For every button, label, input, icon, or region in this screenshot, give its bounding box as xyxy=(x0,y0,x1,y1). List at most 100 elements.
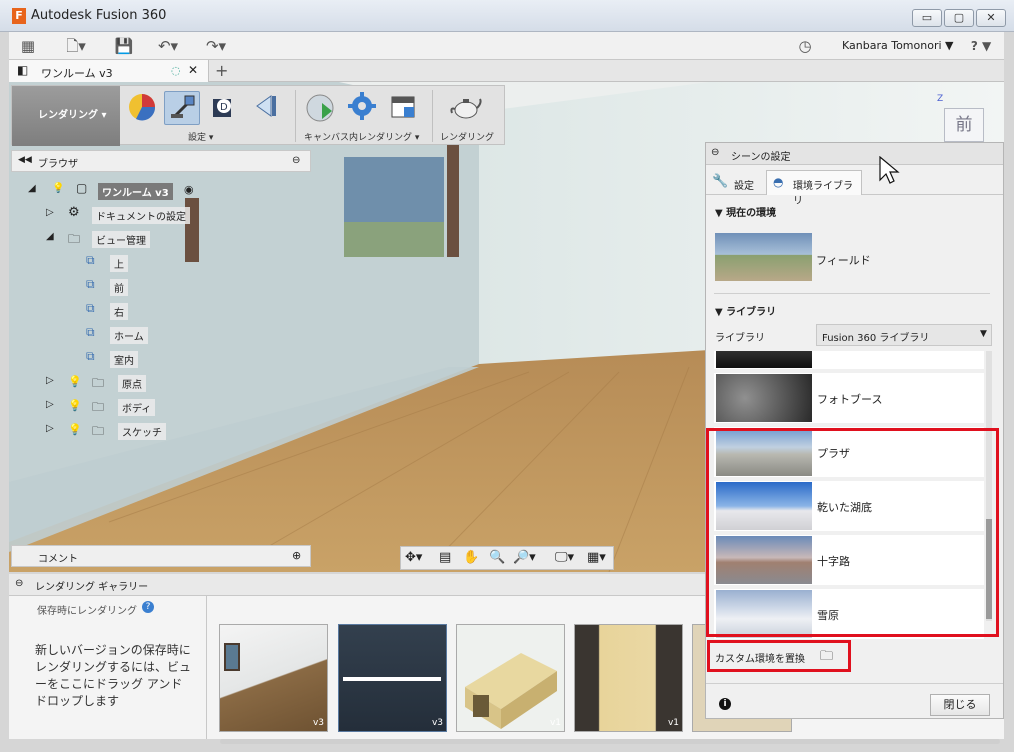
browser-panel-header[interactable]: ◀◀ ブラウザ ⊖ xyxy=(11,150,311,172)
folder-icon: 🗀 xyxy=(68,232,81,246)
gallery-thumbnail[interactable]: v1 xyxy=(574,624,683,732)
undo-icon[interactable]: ↶▾ xyxy=(151,36,185,56)
canvas-render-group-label[interactable]: キャンバス内レンダリング ▾ xyxy=(304,130,419,143)
highlight-box-environments xyxy=(706,428,999,637)
version-badge: v3 xyxy=(431,718,443,728)
orbit-icon[interactable]: ✥▾ xyxy=(405,550,422,565)
named-view-icon: ⧉ xyxy=(86,253,95,267)
gallery-thumbnail-rendering[interactable]: v3 xyxy=(338,624,447,732)
help-circle-icon[interactable]: ? xyxy=(142,601,154,613)
collapse-browser-icon[interactable]: ◀◀ xyxy=(18,155,32,165)
expand-triangle-icon[interactable]: ▷ xyxy=(46,423,54,434)
viewcube[interactable]: 前 xyxy=(944,108,984,142)
help-icon[interactable]: ? ▼ xyxy=(965,36,997,56)
expand-triangle-icon[interactable]: ▷ xyxy=(46,375,54,386)
browser-item-view-right[interactable]: ⧉ 右 xyxy=(86,299,146,321)
pan-hand-icon[interactable]: ✋ xyxy=(463,550,479,565)
tab-environment-library[interactable]: ◓ 環境ライブラリ xyxy=(766,170,862,207)
capture-image-icon[interactable] xyxy=(386,91,422,125)
comments-panel-header[interactable]: コメント ⊕ xyxy=(11,545,311,567)
browser-item-named-views[interactable]: ◢ 🗀 ビュー管理 xyxy=(46,227,166,249)
info-icon[interactable]: i xyxy=(719,698,731,710)
workspace-switcher[interactable]: レンダリング ▾ xyxy=(12,86,120,146)
visibility-bulb-icon[interactable]: 💡 xyxy=(68,423,82,436)
browser-item-label: ワンルーム v3 xyxy=(98,183,173,200)
current-env-header-text: 現在の環境 xyxy=(726,208,777,219)
render-teapot-icon[interactable] xyxy=(448,91,484,125)
render-group-label[interactable]: レンダリング xyxy=(440,130,494,143)
named-view-icon: ⧉ xyxy=(86,301,95,315)
data-panel-grid-icon[interactable]: ▦ xyxy=(17,36,39,56)
environment-item[interactable]: フォトブース xyxy=(714,373,984,423)
browser-item-document-settings[interactable]: ▷ ⚙ ドキュメントの設定 xyxy=(46,203,206,225)
decal-icon[interactable]: D xyxy=(206,91,242,125)
tab-settings-label: 設定 xyxy=(734,181,754,192)
current-env-header[interactable]: ▼ 現在の環境 xyxy=(715,204,776,219)
component-cube-icon: ▢ xyxy=(76,181,88,195)
zoom-window-icon[interactable]: 🔎▾ xyxy=(513,550,536,565)
browser-item-view-home[interactable]: ⧉ ホーム xyxy=(86,323,156,345)
close-tab-icon[interactable]: ✕ xyxy=(188,63,198,77)
in-canvas-render-icon[interactable] xyxy=(302,91,338,125)
library-header[interactable]: ▼ ライブラリ xyxy=(715,303,776,318)
application-bar: ▦ 🗋▾ 💾 ↶▾ ↷▾ ◷ Kanbara Tomonori ▼ ? ▼ xyxy=(9,32,1004,60)
grid-snaps-icon[interactable]: ▦▾ xyxy=(587,550,606,565)
browser-item-label: 原点 xyxy=(118,375,146,392)
minus-circle-icon[interactable]: ⊖ xyxy=(292,155,300,166)
gallery-thumbnail[interactable]: v3 xyxy=(219,624,328,732)
browser-item-origin[interactable]: ▷ 💡 🗀 原点 xyxy=(46,371,166,393)
appearance-icon[interactable] xyxy=(124,91,160,125)
browser-item-view-front[interactable]: ⧉ 前 xyxy=(86,275,146,297)
viewcube-z-axis-label: Z xyxy=(937,94,944,104)
collapse-triangle-icon[interactable]: ◢ xyxy=(28,183,36,194)
gallery-title: レンダリング ギャラリー xyxy=(35,582,149,593)
scene-settings-icon[interactable] xyxy=(164,91,200,125)
browser-item-bodies[interactable]: ▷ 💡 🗀 ボディ xyxy=(46,395,166,417)
gallery-scrollbar[interactable] xyxy=(220,739,1000,744)
settings-group-label[interactable]: 設定 ▾ xyxy=(188,130,213,143)
minus-circle-icon[interactable]: ⊖ xyxy=(15,578,23,589)
browser-item-view-top[interactable]: ⧉ 上 xyxy=(86,251,146,273)
browser-item-sketches[interactable]: ▷ 💡 🗀 スケッチ xyxy=(46,419,166,441)
visibility-bulb-icon[interactable]: 💡 xyxy=(68,399,82,412)
texture-map-icon[interactable] xyxy=(248,91,284,125)
tab-settings[interactable]: 🔧 設定 xyxy=(708,171,764,194)
new-tab-button[interactable]: + xyxy=(215,61,228,80)
visibility-bulb-icon[interactable]: 💡 xyxy=(52,183,64,194)
browser-item-view-interior[interactable]: ⧉ 室内 xyxy=(86,347,156,369)
library-select[interactable]: Fusion 360 ライブラリ ▼ xyxy=(816,324,992,346)
display-settings-icon[interactable]: 🖵▾ xyxy=(555,550,574,565)
file-menu-icon[interactable]: 🗋▾ xyxy=(61,36,91,56)
user-menu[interactable]: Kanbara Tomonori ▼ xyxy=(842,39,953,52)
collapse-triangle-icon[interactable]: ◢ xyxy=(46,231,54,242)
title-bar: F Autodesk Fusion 360 ▭ ▢ ✕ xyxy=(0,0,1014,32)
expand-triangle-icon[interactable]: ▷ xyxy=(46,399,54,410)
document-tab[interactable]: ◧ ワンルーム v3 ◌ ✕ xyxy=(9,60,209,82)
job-status-clock-icon[interactable]: ◷ xyxy=(795,36,815,56)
close-window-button[interactable]: ✕ xyxy=(976,9,1006,27)
save-icon[interactable]: 💾 xyxy=(113,36,135,56)
minimize-button[interactable]: ▭ xyxy=(912,9,942,27)
minus-circle-icon[interactable]: ⊖ xyxy=(711,147,719,158)
document-tab-strip: ◧ ワンルーム v3 ◌ ✕ + xyxy=(9,60,1004,82)
scene-panel-header[interactable]: ⊖ シーンの設定 xyxy=(706,143,1003,165)
visibility-bulb-off-icon[interactable]: 💡 xyxy=(68,375,82,388)
add-comment-icon[interactable]: ⊕ xyxy=(292,549,301,562)
close-button[interactable]: 閉じる xyxy=(930,694,990,716)
gallery-thumbnail[interactable]: v1 xyxy=(456,624,565,732)
browser-title: ブラウザ xyxy=(38,159,78,170)
expand-triangle-icon[interactable]: ▷ xyxy=(46,207,54,218)
browser-item-label: 右 xyxy=(110,303,128,320)
redo-icon[interactable]: ↷▾ xyxy=(199,36,233,56)
environment-thumbnail xyxy=(716,374,812,422)
browser-root-node[interactable]: ◢ 💡 ▢ ワンルーム v3 ◉ xyxy=(28,179,208,201)
zoom-icon[interactable]: 🔍 xyxy=(489,550,505,565)
browser-item-label: ボディ xyxy=(118,399,156,416)
environment-item[interactable] xyxy=(714,351,984,369)
activate-radio-icon[interactable]: ◉ xyxy=(184,183,194,196)
component-cube-icon: ◧ xyxy=(17,63,29,77)
maximize-button[interactable]: ▢ xyxy=(944,9,974,27)
look-at-icon[interactable]: ▤ xyxy=(439,550,451,565)
render-settings-gear-icon[interactable] xyxy=(344,91,380,125)
gear-icon: ⚙ xyxy=(68,205,80,220)
